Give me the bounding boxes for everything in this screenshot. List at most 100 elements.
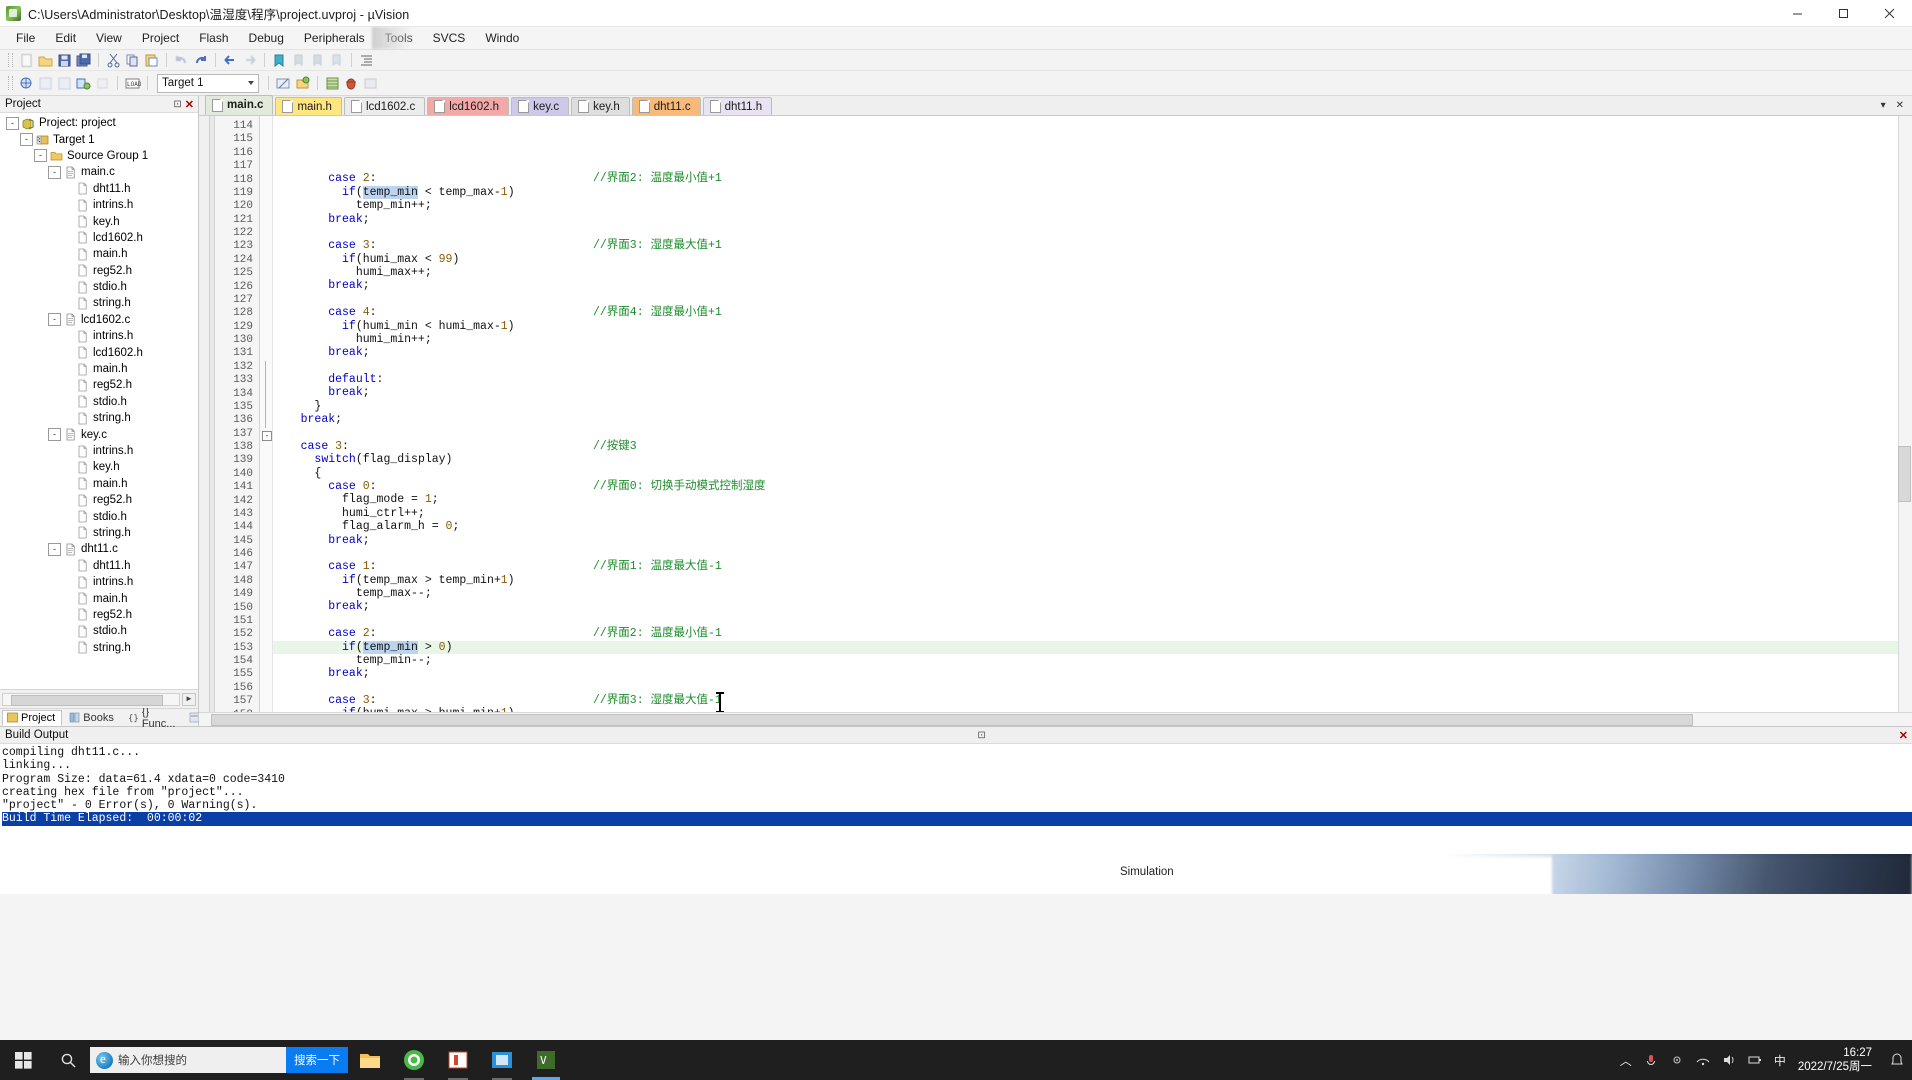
fold-marker-slot[interactable] <box>260 360 272 375</box>
code-line[interactable]: humi_ctrl++; <box>273 507 1912 520</box>
editor-vscroll-thumb[interactable] <box>1898 446 1911 502</box>
fold-marker-slot[interactable] <box>260 468 272 481</box>
tray-expand-icon[interactable]: ︿ <box>1620 1052 1632 1069</box>
tree-item-main-h[interactable]: main.h <box>0 590 198 606</box>
tree-item-key-h[interactable]: key.h <box>0 459 198 475</box>
close-icon[interactable]: ✕ <box>185 98 194 111</box>
tree-item-lcd1602-h[interactable]: lcd1602.h <box>0 230 198 246</box>
tree-item-key-c[interactable]: - key.c <box>0 426 198 442</box>
manage-project-icon[interactable] <box>294 75 311 92</box>
tree-item-intrins-h[interactable]: intrins.h <box>0 328 198 344</box>
code-line[interactable]: break; <box>273 667 1912 680</box>
bookmark-clear-icon[interactable] <box>328 52 345 69</box>
tree-expander[interactable]: - <box>20 133 33 147</box>
code-line[interactable]: case 2: //界面2: 温度最小值-1 <box>273 627 1912 640</box>
fold-marker-slot[interactable] <box>260 214 272 227</box>
tree-item-stdio-h[interactable]: stdio.h <box>0 279 198 295</box>
search-icon[interactable] <box>46 1040 90 1080</box>
fold-marker-slot[interactable] <box>260 441 272 454</box>
code-line[interactable]: } <box>273 400 1912 413</box>
tree-item-intrins-h[interactable]: intrins.h <box>0 443 198 459</box>
code-line[interactable]: flag_alarm_h = 0; <box>273 520 1912 533</box>
fold-marker-slot[interactable] <box>260 561 272 574</box>
code-line[interactable]: case 2: //界面2: 温度最小值+1 <box>273 172 1912 185</box>
code-line[interactable]: break; <box>273 600 1912 613</box>
editor-tab-main-c[interactable]: main.c <box>205 95 274 115</box>
tree-item-string-h[interactable]: string.h <box>0 525 198 541</box>
code-line[interactable] <box>273 681 1912 694</box>
cut-icon[interactable] <box>105 52 122 69</box>
code-folding-column[interactable]: - <box>260 116 273 712</box>
code-line[interactable]: case 1: //界面1: 温度最大值-1 <box>273 560 1912 573</box>
fold-marker-slot[interactable] <box>260 655 272 668</box>
code-line[interactable]: temp_min++; <box>273 199 1912 212</box>
volume-icon[interactable] <box>1722 1053 1736 1067</box>
fold-marker-slot[interactable] <box>260 321 272 334</box>
fold-marker-slot[interactable] <box>260 374 272 388</box>
open-file-icon[interactable] <box>37 52 54 69</box>
tree-item-lcd1602-h[interactable]: lcd1602.h <box>0 344 198 360</box>
fold-marker-slot[interactable] <box>260 307 272 320</box>
fold-marker-slot[interactable] <box>260 347 272 360</box>
project-tree[interactable]: - Project: project - Target 1- Source Group … <box>0 113 198 689</box>
paste-icon[interactable] <box>143 52 160 69</box>
code-line[interactable] <box>273 614 1912 627</box>
fold-marker-slot[interactable] <box>260 120 272 133</box>
taskbar-clock[interactable]: 16:27 2022/7/25周一 <box>1798 1046 1878 1074</box>
fold-marker-slot[interactable] <box>260 334 272 347</box>
code-line[interactable]: if(temp_max > temp_min+1) <box>273 574 1912 587</box>
rebuild-icon[interactable] <box>56 75 73 92</box>
editor-tab-dht11-h[interactable]: dht11.h <box>702 97 773 115</box>
fold-marker-slot[interactable] <box>260 174 272 187</box>
fold-marker-slot[interactable] <box>260 187 272 200</box>
close-icon[interactable]: ✕ <box>1899 729 1908 742</box>
fold-marker-slot[interactable] <box>260 454 272 467</box>
tree-item-main-h[interactable]: main.h <box>0 361 198 377</box>
copy-icon[interactable] <box>124 52 141 69</box>
taskbar-keil[interactable]: V <box>524 1040 568 1080</box>
code-line[interactable]: case 3: //界面3: 湿度最大值-1 <box>273 694 1912 707</box>
fold-marker-slot[interactable] <box>260 414 272 428</box>
code-line[interactable]: break; <box>273 213 1912 226</box>
menu-debug[interactable]: Debug <box>239 29 294 47</box>
fold-marker-slot[interactable] <box>260 615 272 628</box>
bookmark-prev-icon[interactable] <box>309 52 326 69</box>
new-file-icon[interactable] <box>18 52 35 69</box>
target-selector[interactable]: Target 1 <box>157 73 259 93</box>
fold-marker-slot[interactable] <box>260 535 272 548</box>
code-line[interactable]: if(humi_max < 99) <box>273 253 1912 266</box>
tab-close-icon[interactable]: ✕ <box>1896 100 1904 111</box>
tree-expander[interactable]: - <box>6 116 19 130</box>
code-line[interactable]: { <box>273 467 1912 480</box>
battery-icon[interactable] <box>1748 1053 1762 1067</box>
project-tab-books[interactable]: Books <box>64 710 121 726</box>
editor-tab-main-h[interactable]: main.h <box>275 97 342 115</box>
code-line[interactable] <box>273 427 1912 440</box>
fold-marker-slot[interactable] <box>260 160 272 173</box>
fold-marker-slot[interactable] <box>260 254 272 267</box>
tree-item-stdio-h[interactable]: stdio.h <box>0 508 198 524</box>
back-icon[interactable] <box>222 52 239 69</box>
fold-marker-slot[interactable] <box>260 548 272 561</box>
code-line[interactable] <box>273 360 1912 373</box>
fold-marker-slot[interactable] <box>260 267 272 280</box>
debug-session-icon[interactable] <box>343 75 360 92</box>
fold-marker-slot[interactable] <box>260 602 272 615</box>
fold-marker-slot[interactable] <box>260 387 272 401</box>
taskbar-browser[interactable] <box>392 1040 436 1080</box>
project-pane-tabs[interactable]: ProjectBooks{}{} Func...Temp... <box>0 706 240 730</box>
maximize-button[interactable] <box>1820 0 1866 26</box>
fold-marker-slot[interactable] <box>260 495 272 508</box>
tree-item-target-1[interactable]: - Target 1 <box>0 131 198 147</box>
tree-item-project--project[interactable]: - Project: project <box>0 115 198 131</box>
code-line[interactable]: temp_max--; <box>273 587 1912 600</box>
code-line[interactable]: if(temp_min < temp_max-1) <box>273 185 1912 199</box>
minimize-button[interactable] <box>1774 0 1820 26</box>
forward-icon[interactable] <box>241 52 258 69</box>
fold-marker-slot[interactable] <box>260 682 272 695</box>
code-line[interactable]: humi_max++; <box>273 266 1912 279</box>
taskbar-media[interactable] <box>480 1040 524 1080</box>
editor-tab-lcd1602-c[interactable]: lcd1602.c <box>343 97 426 115</box>
build-output-content[interactable]: compiling dht11.c... linking... Program Si… <box>0 744 1912 854</box>
code-line[interactable]: break; <box>273 386 1912 399</box>
